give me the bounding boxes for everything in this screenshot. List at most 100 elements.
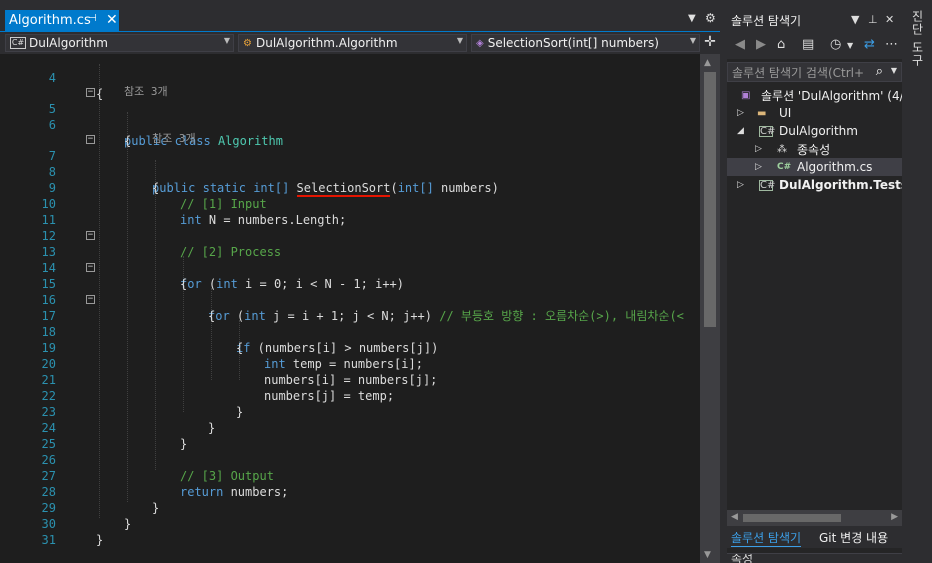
code-line: 18 { (0, 308, 700, 355)
solution-icon: ▣ (741, 89, 751, 101)
code-line: 29 } (0, 484, 700, 531)
class-icon: ⚙ (243, 37, 252, 49)
line-number: 31 (41, 533, 56, 547)
tab-diagnostic-tools[interactable]: 진단 도구 (910, 10, 926, 67)
expand-icon[interactable]: ▷ (755, 144, 762, 154)
tab-solution-explorer[interactable]: 솔루션 탐색기 (731, 529, 802, 547)
tree-item-dulalgorithm-tests[interactable]: ▷ C# DulAlgorithm.Tests (727, 176, 902, 194)
code-editor[interactable]: 4 { 참조 3개 5 − public class Algorithm 6 {… (0, 54, 700, 563)
codelens[interactable]: 참조 3개 (0, 117, 700, 145)
solution-explorer-bottom-tabs: 솔루션 탐색기 Git 변경 내용 (727, 526, 902, 548)
collapse-icon[interactable]: − (86, 88, 95, 97)
type-combo-value: DulAlgorithm.Algorithm (255, 36, 398, 50)
code-text: } (96, 533, 104, 547)
search-placeholder: 솔루션 탐색기 검색(Ctrl+ (732, 65, 865, 80)
csharp-project-icon: C# (10, 37, 26, 49)
chevron-down-icon: ▼ (223, 36, 230, 45)
code-line: 16 { (0, 276, 700, 323)
switch-views-icon[interactable]: ▤ (802, 37, 814, 52)
collapse-icon[interactable]: − (86, 135, 95, 144)
pin-icon[interactable]: ⊥ (868, 13, 878, 26)
collapse-icon[interactable]: − (86, 263, 95, 272)
solution-explorer-title-bar: 솔루션 탐색기 ▼ ⊥ ✕ (727, 10, 902, 31)
code-line: 25 (0, 420, 700, 451)
code-line: 31 (0, 516, 700, 547)
code-line: 12 // [2] Process (0, 212, 700, 259)
properties-panel-header[interactable]: 속성 (727, 553, 902, 563)
method-icon: ◈ (476, 37, 484, 49)
split-editor-icon[interactable]: ✛ (702, 34, 718, 52)
solution-tree: ▣ 솔루션 'DulAlgorithm' (4/ ▷ ▬ UI ◢ C# Dul… (727, 84, 902, 504)
code-line: 24 } (0, 404, 700, 451)
expand-icon[interactable]: ▷ (737, 180, 744, 190)
pending-changes-filter-icon[interactable]: ◷ (830, 37, 841, 52)
chevron-down-icon[interactable]: ▼ (891, 66, 897, 75)
document-tab-strip: Algorithm.cs ⊣ ✕ ▼ ⚙ (0, 10, 720, 31)
scroll-up-icon[interactable]: ▲ (704, 58, 711, 68)
sync-icon[interactable]: ⇄ (864, 37, 875, 52)
close-icon[interactable]: ✕ (106, 12, 118, 28)
code-line: 17 − if (numbers[i] > numbers[j]) (0, 292, 700, 356)
navigation-bar: C# DulAlgorithm ▼ ⚙ DulAlgorithm.Algorit… (0, 31, 720, 53)
document-tab-title: Algorithm.cs (9, 13, 91, 28)
tab-git-changes[interactable]: Git 변경 내용 (819, 529, 888, 546)
gear-icon[interactable]: ⚙ (705, 11, 719, 27)
collapse-icon[interactable]: − (86, 295, 95, 304)
tree-item-dependencies[interactable]: ▷ ⁂ 종속성 (727, 140, 902, 158)
code-line: 15 − for (int j = i + 1; j < N; j++) // … (0, 260, 700, 324)
scroll-right-icon[interactable]: ▶ (891, 512, 898, 522)
code-line: 26 // [3] Output (0, 436, 700, 483)
home-icon[interactable]: ⌂ (777, 37, 785, 52)
chevron-down-icon[interactable]: ▼ (847, 41, 853, 50)
code-line: 8 { (0, 148, 700, 195)
panel-title: 솔루션 탐색기 (731, 14, 802, 28)
document-tab-algorithm[interactable]: Algorithm.cs ⊣ ✕ (5, 10, 119, 31)
solution-explorer-toolbar: ◀ ▶ ⌂ ▤ ◷ ▼ ⇄ ⋯ (727, 31, 902, 59)
more-icon[interactable]: ⋯ (885, 37, 898, 52)
close-icon[interactable]: ✕ (885, 13, 894, 26)
window-menu-icon[interactable]: ▼ (851, 13, 859, 26)
forward-icon[interactable]: ▶ (756, 37, 766, 52)
type-combo[interactable]: ⚙ DulAlgorithm.Algorithm ▼ (238, 34, 467, 52)
code-line: 23 } (0, 388, 700, 435)
scroll-left-icon[interactable]: ◀ (731, 512, 738, 522)
tab-list-dropdown-icon[interactable]: ▼ (688, 13, 700, 27)
collapse-icon[interactable]: ◢ (737, 126, 744, 136)
search-icon[interactable]: ⌕ (876, 64, 883, 79)
expand-icon[interactable]: ▷ (755, 162, 762, 172)
code-line: 28 } (0, 468, 700, 515)
member-combo[interactable]: ◈ SelectionSort(int[] numbers) ▼ (471, 34, 700, 52)
code-line: 9 // [1] Input (0, 164, 700, 211)
tree-item-label: DulAlgorithm.Tests (779, 178, 902, 192)
code-line: 6 { (0, 101, 700, 148)
tree-item-label: DulAlgorithm (779, 124, 858, 138)
codelens[interactable]: 참조 3개 (0, 70, 700, 98)
code-line: 20 numbers[i] = numbers[j]; (0, 340, 700, 387)
editor-area: Algorithm.cs ⊣ ✕ ▼ ⚙ C# DulAlgorithm ▼ ⚙… (0, 0, 720, 563)
tree-item-dulalgorithm[interactable]: ◢ C# DulAlgorithm (727, 122, 902, 140)
project-combo[interactable]: C# DulAlgorithm ▼ (5, 34, 234, 52)
solution-search-input[interactable]: 솔루션 탐색기 검색(Ctrl+ ⌕ ▼ (727, 62, 902, 82)
tree-item-algorithm-cs[interactable]: ▷ C# Algorithm.cs (727, 158, 902, 176)
expand-icon[interactable]: ▷ (737, 108, 744, 118)
code-line: 21 numbers[j] = temp; (0, 356, 700, 403)
back-icon[interactable]: ◀ (735, 37, 745, 52)
tree-item-ui[interactable]: ▷ ▬ UI (727, 104, 902, 122)
chevron-down-icon: ▼ (456, 36, 463, 45)
tree-item-solution[interactable]: ▣ 솔루션 'DulAlgorithm' (4/ (727, 86, 902, 104)
solution-horizontal-scrollbar[interactable]: ◀ ▶ (727, 510, 902, 526)
member-combo-value: SelectionSort(int[] numbers) (487, 36, 659, 50)
side-tool-strip: 진단 도구 (902, 0, 932, 563)
scroll-down-icon[interactable]: ▼ (704, 550, 711, 560)
pin-icon[interactable]: ⊣ (88, 13, 100, 27)
project-combo-value: DulAlgorithm (29, 36, 108, 50)
tree-item-label: 종속성 (797, 142, 831, 157)
editor-vertical-scrollbar[interactable]: ▲ ▼ (700, 54, 720, 563)
collapse-icon[interactable]: − (86, 231, 95, 240)
scrollbar-thumb[interactable] (704, 72, 716, 327)
tree-item-label: Algorithm.cs (797, 160, 873, 174)
code-line: 13 − for (int i = 0; i < N - 1; i++) (0, 228, 700, 292)
code-line: 22 } (0, 372, 700, 419)
code-line: 5 − public class Algorithm (0, 85, 700, 149)
scrollbar-thumb[interactable] (743, 514, 841, 522)
